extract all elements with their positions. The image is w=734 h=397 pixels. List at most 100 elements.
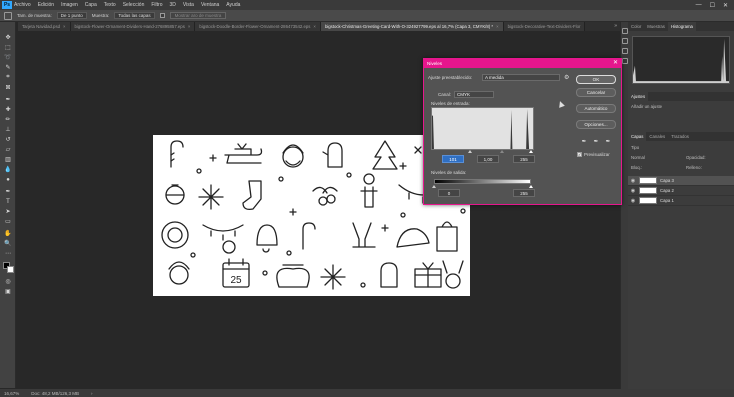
tab-trazados[interactable]: Trazados — [668, 132, 692, 141]
healing-brush-icon[interactable]: ✚ — [4, 106, 12, 113]
quick-select-tool-icon[interactable]: ✎ — [4, 64, 12, 71]
holly-icon — [318, 196, 328, 206]
frame-tool-icon[interactable]: ⊠ — [4, 84, 12, 91]
white-eyedropper-icon[interactable]: ✒ — [605, 139, 611, 145]
type-tool-icon[interactable]: T — [4, 198, 12, 205]
tab-ajustes[interactable]: Ajustes — [628, 92, 649, 101]
eye-icon[interactable]: ◉ — [630, 178, 636, 184]
rectangle-tool-icon[interactable]: ▭ — [4, 218, 12, 225]
menu-filtro[interactable]: Filtro — [151, 2, 162, 8]
input-black-field[interactable]: 101 — [442, 155, 464, 163]
marquee-tool-icon[interactable]: ⬚ — [4, 44, 12, 51]
snowflake-icon — [198, 184, 224, 210]
input-gamma-field[interactable]: 1,00 — [477, 155, 499, 163]
clone-stamp-icon[interactable]: ⊥ — [4, 126, 12, 133]
tab-doodle-border[interactable]: bigstock-Doodle-Border-Flower-Ornament-2… — [195, 22, 321, 31]
show-ring-checkbox[interactable] — [159, 13, 165, 18]
sample-label: Muestra: — [91, 13, 110, 18]
sample-size-select[interactable]: De 1 punto — [56, 12, 87, 19]
eraser-tool-icon[interactable]: ▱ — [4, 146, 12, 153]
levels-titlebar[interactable]: Niveles ✕ — [424, 59, 621, 68]
tab-flower-ornament[interactable]: bigstock-Flower-Ornament-Dividers-Hand-2… — [70, 22, 196, 31]
menu-ayuda[interactable]: Ayuda — [226, 2, 240, 8]
eye-icon[interactable]: ◉ — [630, 198, 636, 204]
channel-select[interactable]: CMYK — [454, 91, 494, 98]
black-eyedropper-icon[interactable]: ✒ — [581, 139, 587, 145]
input-gamma-slider[interactable] — [500, 150, 504, 153]
gradient-tool-icon[interactable]: ▥ — [4, 156, 12, 163]
tabs-overflow-icon[interactable]: » — [611, 22, 620, 31]
hand-tool-icon[interactable]: ✋ — [4, 230, 12, 237]
close-icon[interactable]: ✕ — [613, 59, 618, 68]
tab-canales[interactable]: Canales — [646, 132, 668, 141]
ok-button[interactable]: OK — [576, 75, 616, 84]
close-window-button[interactable]: ✕ — [723, 2, 728, 9]
layer-row-capa-3[interactable]: ◉ Capa 3 — [628, 176, 734, 186]
menu-imagen[interactable]: Imagen — [61, 2, 78, 8]
blur-tool-icon[interactable]: 💧 — [4, 166, 12, 173]
sample-layers-select[interactable]: Todas las capas — [114, 12, 155, 19]
tab-close-icon[interactable]: × — [188, 22, 191, 31]
layer-row-capa-1[interactable]: ◉ Capa 1 — [628, 196, 734, 206]
layer-kind-filter[interactable]: Tipo — [631, 145, 639, 150]
zoom-tool-icon[interactable]: 🔍 — [4, 240, 12, 247]
eyedropper-icon[interactable]: ✒ — [4, 96, 12, 103]
move-tool-icon[interactable]: ✥ — [4, 34, 12, 41]
elf-icon — [169, 265, 189, 285]
menu-texto[interactable]: Texto — [104, 2, 116, 8]
background-color-swatch[interactable] — [7, 266, 14, 273]
preset-gear-icon[interactable]: ⚙ — [564, 74, 569, 81]
menu-archivo[interactable]: Archivo — [14, 2, 31, 8]
menu-vista[interactable]: Vista — [183, 2, 194, 8]
crop-tool-icon[interactable]: ⌗ — [4, 74, 12, 81]
lasso-tool-icon[interactable]: ➰ — [4, 54, 12, 61]
dodge-tool-icon[interactable]: ● — [4, 176, 12, 183]
maximize-button[interactable]: ☐ — [710, 2, 715, 9]
options-button[interactable]: Opciones... — [576, 120, 616, 129]
doc-size: Doc: 48,2 MB/126,3 MB — [31, 390, 80, 396]
tab-close-icon[interactable]: × — [496, 22, 499, 31]
status-arrow-icon[interactable]: › — [91, 391, 93, 396]
tree-icon — [372, 140, 398, 170]
output-white-slider[interactable] — [529, 185, 533, 188]
brush-tool-icon[interactable]: ✏ — [4, 116, 12, 123]
menu-3d[interactable]: 3D — [170, 2, 176, 8]
pen-tool-icon[interactable]: ✒ — [4, 188, 12, 195]
options-bar: Tam. de muestra: De 1 punto Muestra: Tod… — [0, 10, 734, 22]
tab-decorative-text[interactable]: bigstock-Decorative-Text-Dividers-Flor — [503, 22, 586, 31]
tab-close-icon[interactable]: × — [313, 22, 316, 31]
menu-edicion[interactable]: Edición — [38, 2, 54, 8]
tab-tarjeta-navidad[interactable]: Tarjeta Navidad.psd × — [18, 22, 71, 31]
output-white-field[interactable]: 255 — [513, 189, 535, 197]
minimize-button[interactable]: — — [696, 2, 702, 9]
menu-ventana[interactable]: Ventana — [201, 2, 219, 8]
input-white-slider[interactable] — [529, 150, 533, 153]
quick-mask-icon[interactable]: ◎ — [4, 278, 12, 285]
tab-capas[interactable]: Capas — [628, 132, 647, 141]
preset-select[interactable]: A medida — [482, 74, 560, 81]
layer-row-capa-2[interactable]: ◉ Capa 2 — [628, 186, 734, 196]
input-white-field[interactable]: 255 — [513, 155, 535, 163]
input-black-slider[interactable] — [468, 150, 472, 153]
tab-christmas-card[interactable]: bigstock-Christmas-Greeting-Card-With-O-… — [320, 22, 504, 31]
screen-mode-icon[interactable]: ▣ — [4, 288, 12, 295]
output-black-slider[interactable] — [432, 185, 436, 188]
cancel-button[interactable]: Cancelar — [576, 88, 616, 97]
menu-seleccion[interactable]: Selección — [123, 2, 145, 8]
blend-mode-select[interactable]: Normal — [631, 155, 645, 160]
eyedropper-tool-icon[interactable] — [4, 11, 12, 20]
tab-color[interactable]: Color — [628, 22, 644, 31]
more-tools-icon[interactable]: ⋯ — [4, 250, 12, 257]
tab-muestras[interactable]: Muestras — [644, 22, 668, 31]
tab-close-icon[interactable]: × — [63, 22, 66, 31]
output-black-field[interactable]: 0 — [438, 189, 460, 197]
menu-capa[interactable]: Capa — [85, 2, 97, 8]
tab-histograma[interactable]: Histograma — [667, 22, 696, 31]
preview-checkbox[interactable]: ✓ — [577, 152, 582, 157]
zoom-level[interactable]: 16,67% — [4, 391, 19, 396]
path-select-tool-icon[interactable]: ➤ — [4, 208, 12, 215]
eye-icon[interactable]: ◉ — [630, 188, 636, 194]
gray-eyedropper-icon[interactable]: ✒ — [593, 139, 599, 145]
auto-button[interactable]: Automático — [576, 104, 616, 113]
history-brush-icon[interactable]: ↺ — [4, 136, 12, 143]
